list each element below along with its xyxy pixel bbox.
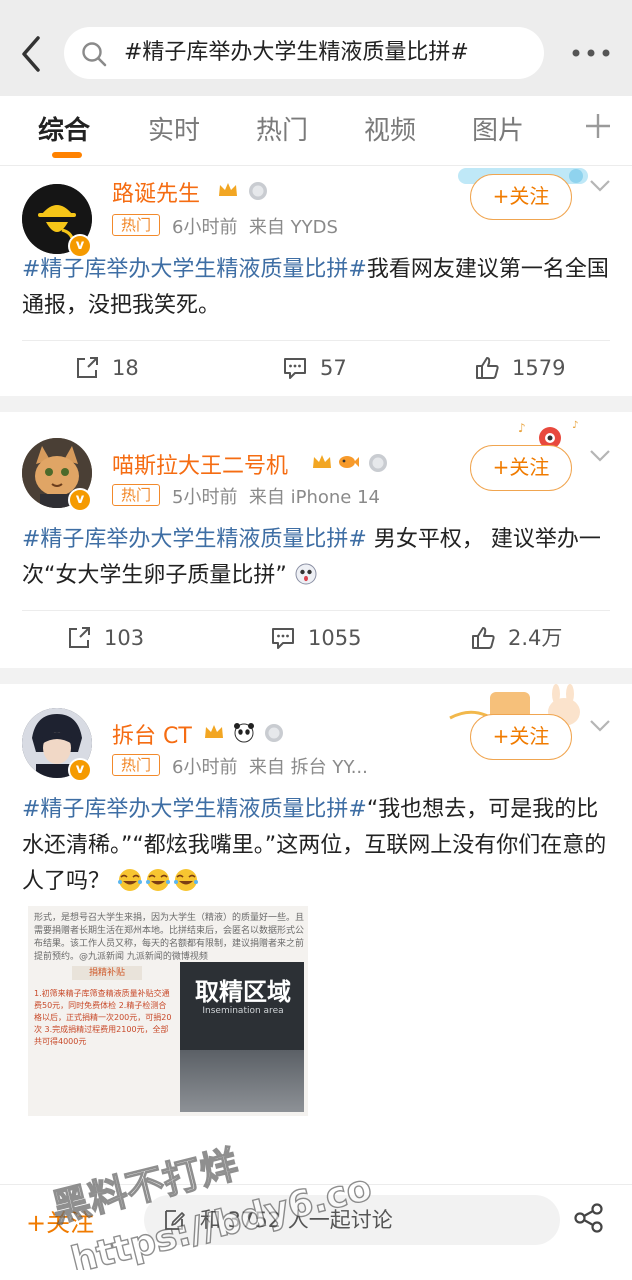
tab-images[interactable]: 图片 (472, 110, 524, 147)
hot-tag: 热门 (112, 484, 160, 506)
username[interactable]: 拆台 CT (112, 718, 192, 750)
chevron-down-icon[interactable] (588, 718, 612, 734)
crown-medal-icon (219, 183, 237, 196)
tab-video[interactable]: 视频 (364, 110, 416, 147)
tab-hot[interactable]: 热门 (256, 110, 308, 147)
bottom-bar: +关注 和 3752 人一起讨论 (0, 1184, 632, 1280)
post-source: 来自 YYDS (248, 217, 338, 238)
post-time: 6小时前 (172, 217, 238, 238)
sign-text: 取精区域 (195, 978, 291, 1006)
repost-button[interactable]: 18 (74, 355, 164, 381)
chevron-down-icon[interactable] (588, 448, 612, 464)
hashtag-link[interactable]: #精子库举办大学生精液质量比拼# (22, 527, 367, 552)
post-meta: 6小时前 来自 YYDS (172, 213, 338, 239)
crown-medal-icon (205, 725, 223, 738)
repost-button[interactable]: 103 (66, 625, 166, 651)
repost-icon (69, 627, 90, 648)
verified-badge-icon: v (68, 758, 92, 782)
post-body: #精子库举办大学生精液质量比拼#“我也想去，可是我的比水还清稀。”“都炫我嘴里。… (22, 792, 612, 900)
post-time: 6小时前 (172, 757, 238, 778)
photo-floor (180, 1050, 304, 1112)
post-source: 来自 拆台 YY... (248, 757, 368, 778)
silver-medal-icon (249, 182, 267, 200)
thumbs-up-icon (472, 627, 495, 649)
like-button[interactable]: 2.4万 (470, 625, 590, 651)
tab-comprehensive[interactable]: 综合 (38, 110, 90, 147)
comment-button[interactable]: 57 (282, 355, 372, 381)
divider (22, 610, 610, 611)
chevron-down-icon[interactable] (588, 178, 612, 194)
post-meta: 6小时前 来自 拆台 YY... (172, 753, 368, 779)
thumbs-up-icon (476, 357, 499, 379)
silver-medal-icon (265, 724, 283, 742)
tab-realtime[interactable]: 实时 (148, 110, 200, 147)
repost-count: 18 (112, 356, 139, 380)
edit-icon (165, 1210, 185, 1230)
post-meta: 5小时前 来自 iPhone 14 (172, 483, 380, 509)
active-tab-indicator (52, 152, 82, 158)
comment-count: 57 (320, 356, 347, 380)
follow-button[interactable]: +关注 (470, 714, 572, 760)
discuss-text: 和 3752 人一起讨论 (200, 1208, 393, 1232)
follow-button[interactable]: +关注 (470, 174, 572, 220)
search-query[interactable]: #精子库举办大学生精液质量比拼# (124, 27, 469, 79)
collection-area-photo: 取精区域 Insemination area (180, 962, 304, 1112)
shocked-emoji-icon (295, 563, 317, 585)
hot-tag: 热门 (112, 754, 160, 776)
like-count: 1579 (512, 356, 566, 380)
search-box[interactable]: #精子库举办大学生精液质量比拼# (64, 27, 544, 79)
crown-medal-icon (313, 455, 331, 468)
bottom-follow-button[interactable]: +关注 (26, 1203, 94, 1238)
hashtag-link[interactable]: #精子库举办大学生精液质量比拼# (22, 797, 367, 822)
comment-button[interactable]: 1055 (270, 625, 380, 651)
subsidy-details: 1.初筛来精子库筛查精液质量补贴交通费50元，同时免费体检 2.精子检测合格以后… (34, 989, 172, 1046)
like-count: 2.4万 (508, 626, 563, 650)
post-card[interactable]: v 喵斯拉大王二号机 热门 5小时前 来自 iPhone 14 ♪ ♪ +关注 … (0, 412, 632, 668)
username[interactable]: 喵斯拉大王二号机 (112, 448, 288, 480)
comment-icon (284, 358, 306, 379)
comment-count: 1055 (308, 626, 362, 650)
fish-medal-icon (339, 456, 359, 468)
username[interactable]: 路诞先生 (112, 176, 200, 208)
comment-icon (272, 628, 294, 649)
verified-badge-icon: v (68, 488, 92, 512)
sign-subtext: Insemination area (202, 1006, 284, 1016)
share-icon[interactable] (572, 1201, 606, 1235)
svg-text:♪: ♪ (572, 420, 578, 431)
add-tab-icon[interactable] (584, 112, 612, 140)
repost-count: 103 (104, 626, 145, 650)
post-body: #精子库举办大学生精液质量比拼#我看网友建议第一名全国通报，没把我笑死。 (22, 252, 612, 324)
silver-medal-icon (369, 454, 387, 472)
subsidy-heading: 捐精补贴 (72, 966, 142, 980)
hashtag-link[interactable]: #精子库举办大学生精液质量比拼# (22, 257, 367, 282)
search-icon (82, 42, 107, 67)
divider (22, 340, 610, 341)
laugh-cry-emoji-icon (118, 869, 199, 891)
back-arrow-icon[interactable] (14, 32, 50, 76)
hot-tag: 热门 (112, 214, 160, 236)
post-body: #精子库举办大学生精液质量比拼# 男女平权， 建议举办一次“女大学生卵子质量比拼… (22, 522, 612, 594)
panda-medal-icon (234, 723, 254, 743)
post-card[interactable]: v 路诞先生 热门 6小时前 来自 YYDS +关注 #精子库举办大学生精液质量… (0, 166, 632, 396)
more-options-icon[interactable] (566, 38, 616, 68)
top-bar: #精子库举办大学生精液质量比拼# (0, 0, 632, 96)
image-caption-text: 形式，是想号召大学生来捐，因为大学生（精液）的质量好一些。且需要捐赠者长期生活在… (34, 913, 305, 962)
post-image[interactable]: 形式，是想号召大学生来捐，因为大学生（精液）的质量好一些。且需要捐赠者长期生活在… (28, 906, 308, 1116)
post-time: 5小时前 (172, 487, 238, 508)
like-button[interactable]: 1579 (474, 355, 584, 381)
repost-icon (77, 357, 98, 378)
post-source: 来自 iPhone 14 (248, 487, 381, 508)
follow-button[interactable]: +关注 (470, 445, 572, 491)
discuss-input[interactable]: 和 3752 人一起讨论 (144, 1195, 560, 1245)
svg-text:♪: ♪ (518, 421, 526, 435)
search-tabs: 综合 实时 热门 视频 图片 (0, 96, 632, 166)
